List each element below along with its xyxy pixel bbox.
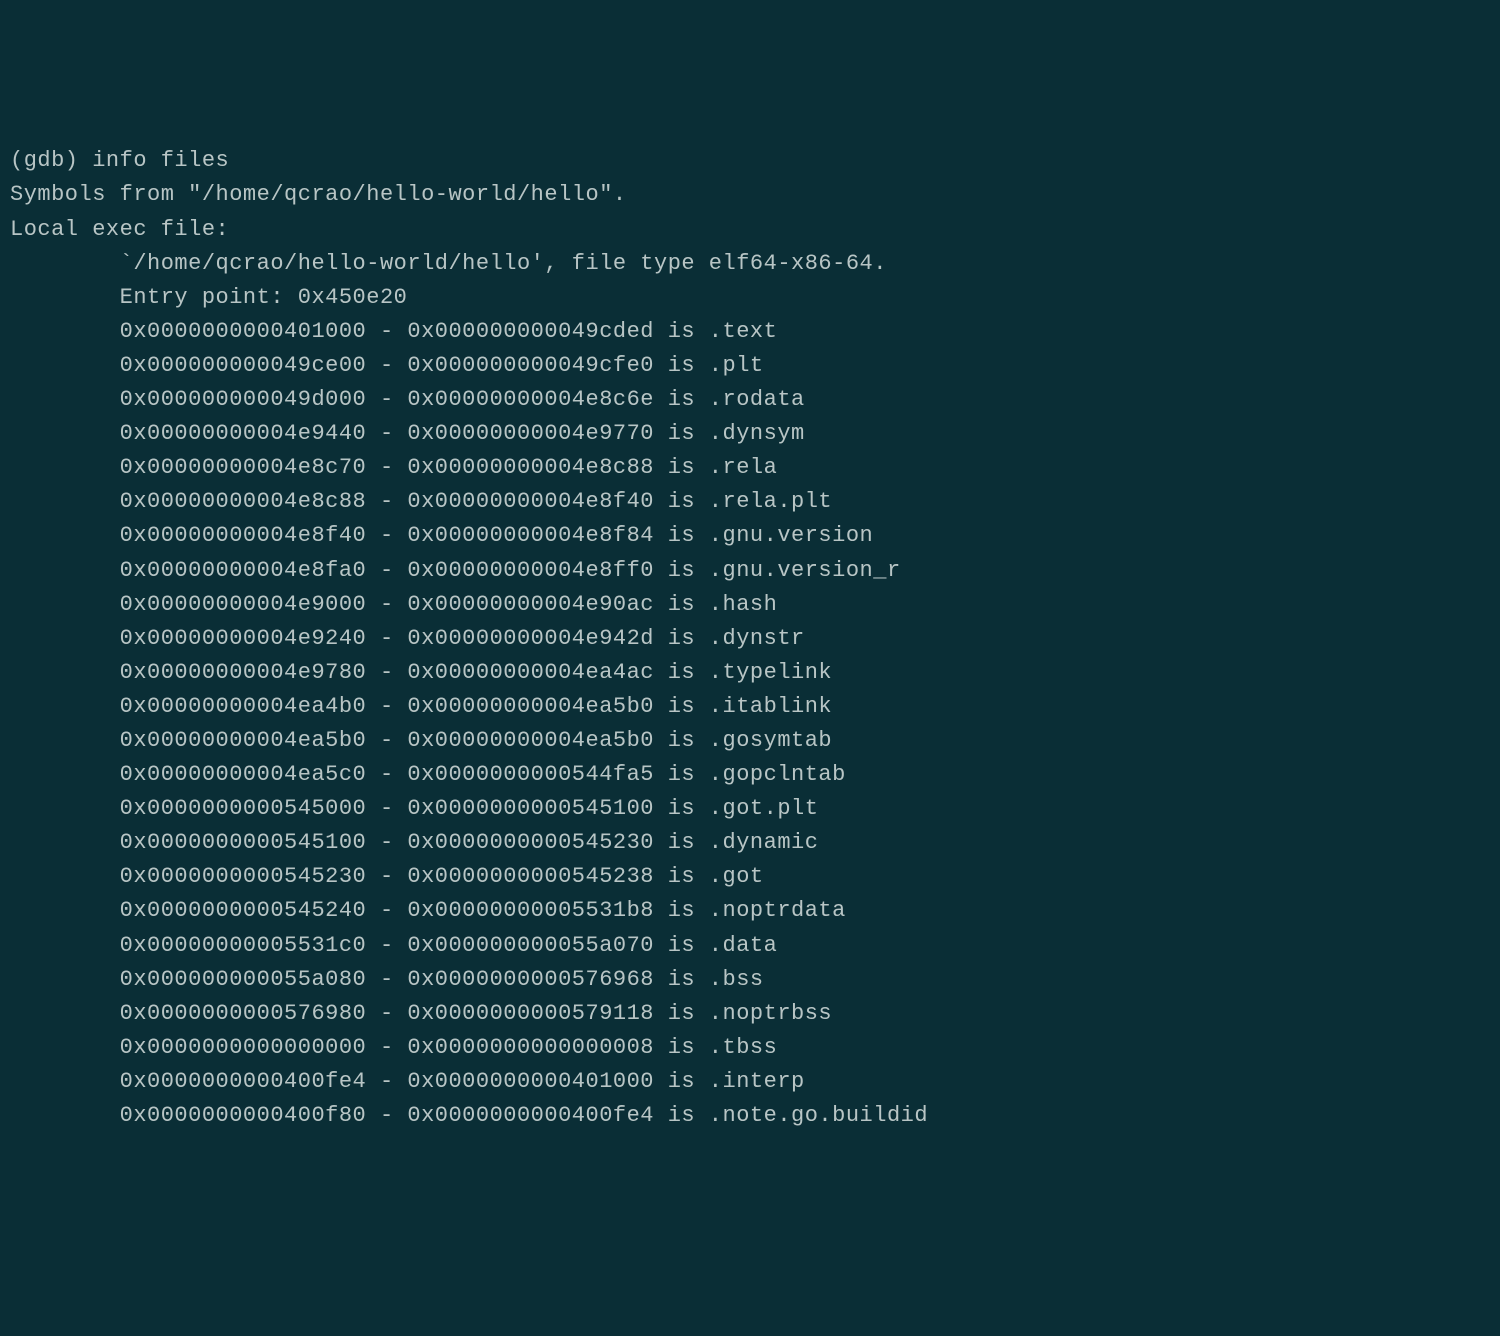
section-line: 0x00000000004e8f40 - 0x00000000004e8f84 … <box>10 519 1490 553</box>
local-exec-line: Local exec file: <box>10 213 1490 247</box>
file-info-line: `/home/qcrao/hello-world/hello', file ty… <box>10 247 1490 281</box>
section-line: 0x0000000000545100 - 0x0000000000545230 … <box>10 826 1490 860</box>
symbols-line: Symbols from "/home/qcrao/hello-world/he… <box>10 178 1490 212</box>
section-line: 0x0000000000545240 - 0x00000000005531b8 … <box>10 894 1490 928</box>
gdb-prompt-line: (gdb) info files <box>10 144 1490 178</box>
section-line: 0x00000000004e9780 - 0x00000000004ea4ac … <box>10 656 1490 690</box>
section-line: 0x000000000049d000 - 0x00000000004e8c6e … <box>10 383 1490 417</box>
section-line: 0x00000000004e9240 - 0x00000000004e942d … <box>10 622 1490 656</box>
terminal-output[interactable]: (gdb) info filesSymbols from "/home/qcra… <box>10 144 1490 1133</box>
section-line: 0x00000000004e9000 - 0x00000000004e90ac … <box>10 588 1490 622</box>
section-line: 0x00000000004ea5b0 - 0x00000000004ea5b0 … <box>10 724 1490 758</box>
section-line: 0x0000000000400f80 - 0x0000000000400fe4 … <box>10 1099 1490 1133</box>
section-line: 0x0000000000576980 - 0x0000000000579118 … <box>10 997 1490 1031</box>
section-line: 0x0000000000545230 - 0x0000000000545238 … <box>10 860 1490 894</box>
section-line: 0x00000000004ea5c0 - 0x0000000000544fa5 … <box>10 758 1490 792</box>
sections-list: 0x0000000000401000 - 0x000000000049cded … <box>10 315 1490 1133</box>
gdb-prompt: (gdb) <box>10 148 92 173</box>
section-line: 0x00000000005531c0 - 0x000000000055a070 … <box>10 929 1490 963</box>
section-line: 0x00000000004e9440 - 0x00000000004e9770 … <box>10 417 1490 451</box>
entry-point-line: Entry point: 0x450e20 <box>10 281 1490 315</box>
section-line: 0x0000000000400fe4 - 0x0000000000401000 … <box>10 1065 1490 1099</box>
section-line: 0x0000000000000000 - 0x0000000000000008 … <box>10 1031 1490 1065</box>
section-line: 0x000000000055a080 - 0x0000000000576968 … <box>10 963 1490 997</box>
section-line: 0x000000000049ce00 - 0x000000000049cfe0 … <box>10 349 1490 383</box>
section-line: 0x00000000004e8c88 - 0x00000000004e8f40 … <box>10 485 1490 519</box>
section-line: 0x0000000000545000 - 0x0000000000545100 … <box>10 792 1490 826</box>
section-line: 0x0000000000401000 - 0x000000000049cded … <box>10 315 1490 349</box>
gdb-command: info files <box>92 148 229 173</box>
section-line: 0x00000000004ea4b0 - 0x00000000004ea5b0 … <box>10 690 1490 724</box>
section-line: 0x00000000004e8fa0 - 0x00000000004e8ff0 … <box>10 554 1490 588</box>
section-line: 0x00000000004e8c70 - 0x00000000004e8c88 … <box>10 451 1490 485</box>
